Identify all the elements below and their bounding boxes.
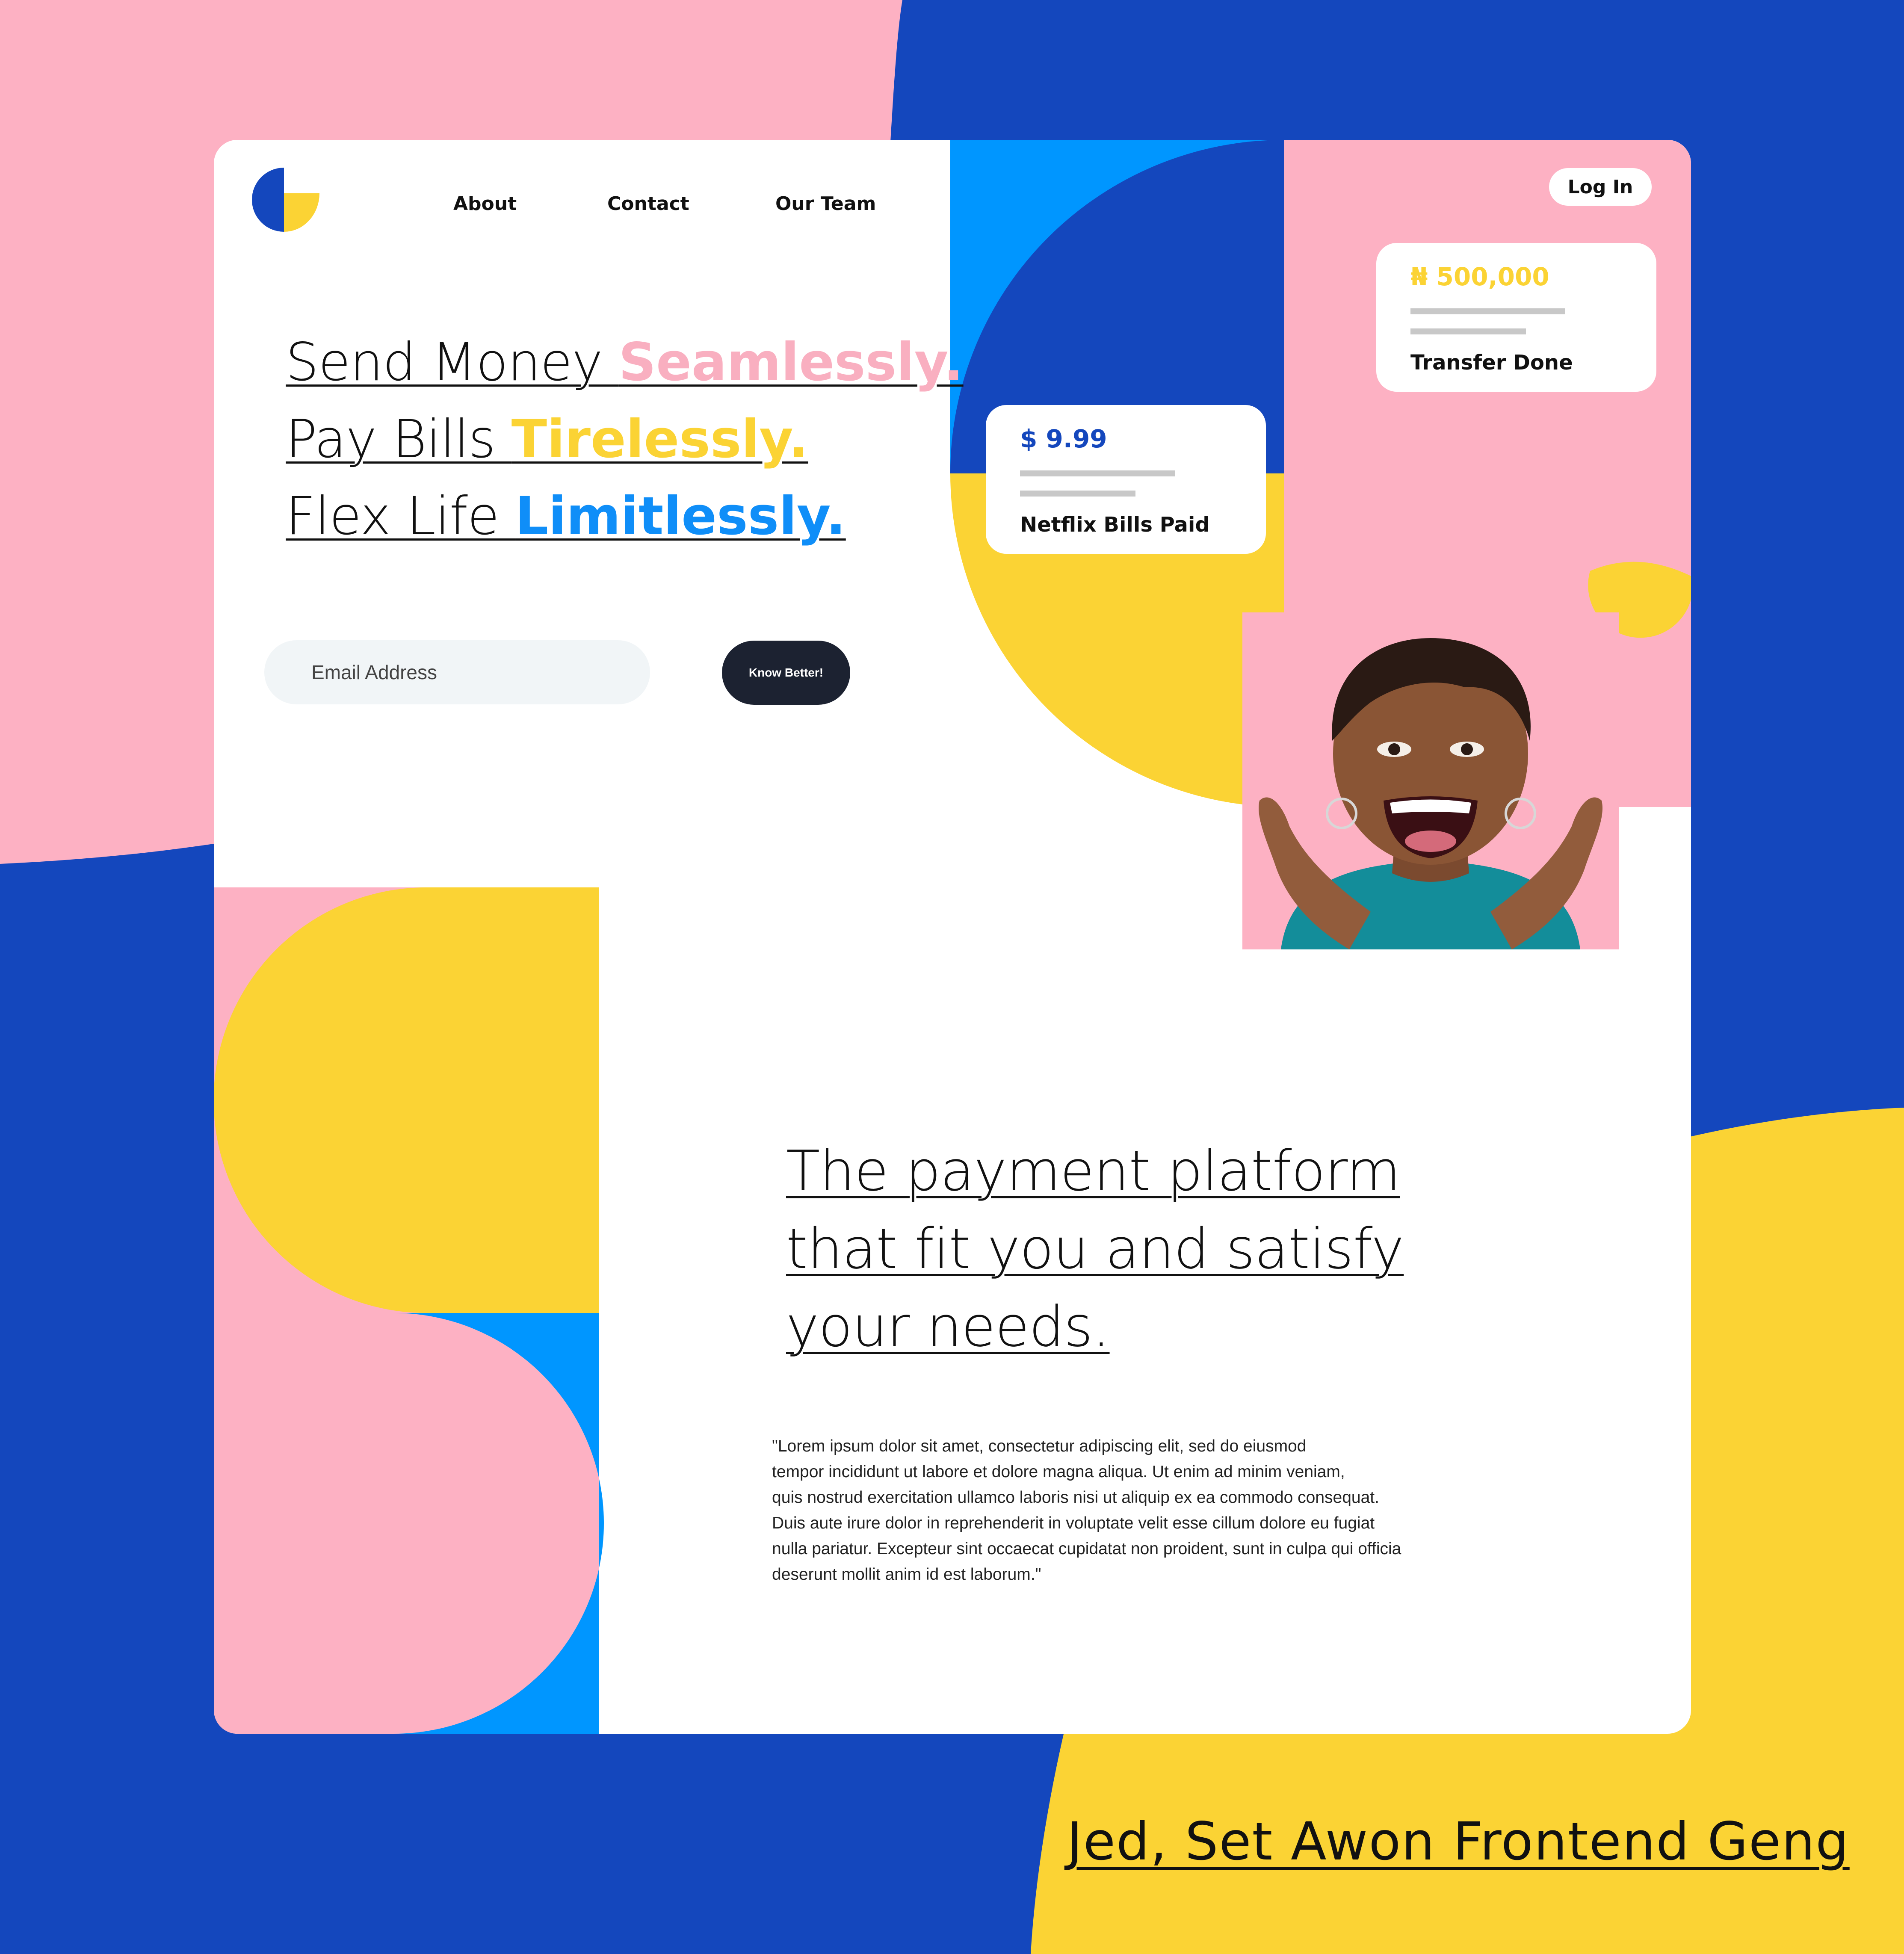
hero-headline: Send Money Seamlessly. Pay Bills Tireles…	[286, 324, 964, 555]
headline-line-2-plain: Pay Bills	[286, 409, 511, 470]
headline-line-1: Send Money Seamlessly.	[286, 324, 964, 401]
headline-line-3: Flex Life Limitlessly.	[286, 478, 927, 555]
transfer-card: ₦ 500,000 Transfer Done	[1376, 243, 1656, 392]
tagline-line: your needs.	[786, 1294, 1110, 1359]
netflix-amount: $ 9.99	[1020, 424, 1107, 453]
tagline-line: that fit you and satisfy	[786, 1216, 1404, 1281]
headline-line-3-accent: Limitlessly.	[515, 486, 846, 547]
netflix-label: Netflix Bills Paid	[1020, 513, 1210, 537]
transfer-label: Transfer Done	[1410, 351, 1573, 375]
designer-credit: Jed, Set Awon Frontend Geng	[1067, 1811, 1850, 1872]
headline-line-3-plain: Flex Life	[286, 486, 515, 547]
quote-line: quis nostrud exercitation ullamco labori…	[772, 1488, 1379, 1507]
headline-line-1-accent: Seamlessly.	[618, 332, 964, 393]
nav-our-team-link[interactable]: Our Team	[775, 189, 876, 219]
placeholder-bar	[1410, 308, 1565, 314]
tagline: The payment platform that fit you and sa…	[786, 1132, 1404, 1366]
know-better-button[interactable]: Know Better!	[722, 641, 850, 705]
transfer-amount: ₦ 500,000	[1410, 262, 1549, 291]
tagline-line: The payment platform	[786, 1138, 1401, 1203]
placeholder-bar	[1020, 470, 1175, 476]
login-button[interactable]: Log In	[1549, 168, 1652, 206]
headline-line-2-accent: Tirelessly.	[511, 409, 808, 470]
landing-page-card: About Contact Our Team Log In Send Money…	[214, 140, 1691, 1734]
half-circle-logo-icon[interactable]	[245, 168, 319, 232]
quote-line: tempor incididunt ut labore et dolore ma…	[772, 1463, 1345, 1481]
smiling-woman-photo	[1242, 612, 1619, 949]
nav-about-link[interactable]: About	[453, 189, 517, 219]
quote-line: deserunt mollit anim id est laborum."	[772, 1565, 1041, 1584]
quote-line: nulla pariatur. Excepteur sint occaecat …	[772, 1540, 1401, 1558]
quote-paragraph: "Lorem ipsum dolor sit amet, consectetur…	[772, 1434, 1439, 1587]
placeholder-bar	[1410, 328, 1526, 334]
nav-contact-link[interactable]: Contact	[607, 189, 689, 219]
email-input[interactable]	[264, 640, 650, 704]
netflix-payment-card: $ 9.99 Netflix Bills Paid	[986, 405, 1266, 554]
headline-line-2: Pay Bills Tirelessly.	[286, 401, 927, 478]
quote-line: Duis aute irure dolor in reprehenderit i…	[772, 1514, 1375, 1532]
quote-line: "Lorem ipsum dolor sit amet, consectetur…	[772, 1437, 1307, 1455]
placeholder-bar	[1020, 491, 1135, 497]
headline-line-1-plain: Send Money	[286, 332, 619, 393]
